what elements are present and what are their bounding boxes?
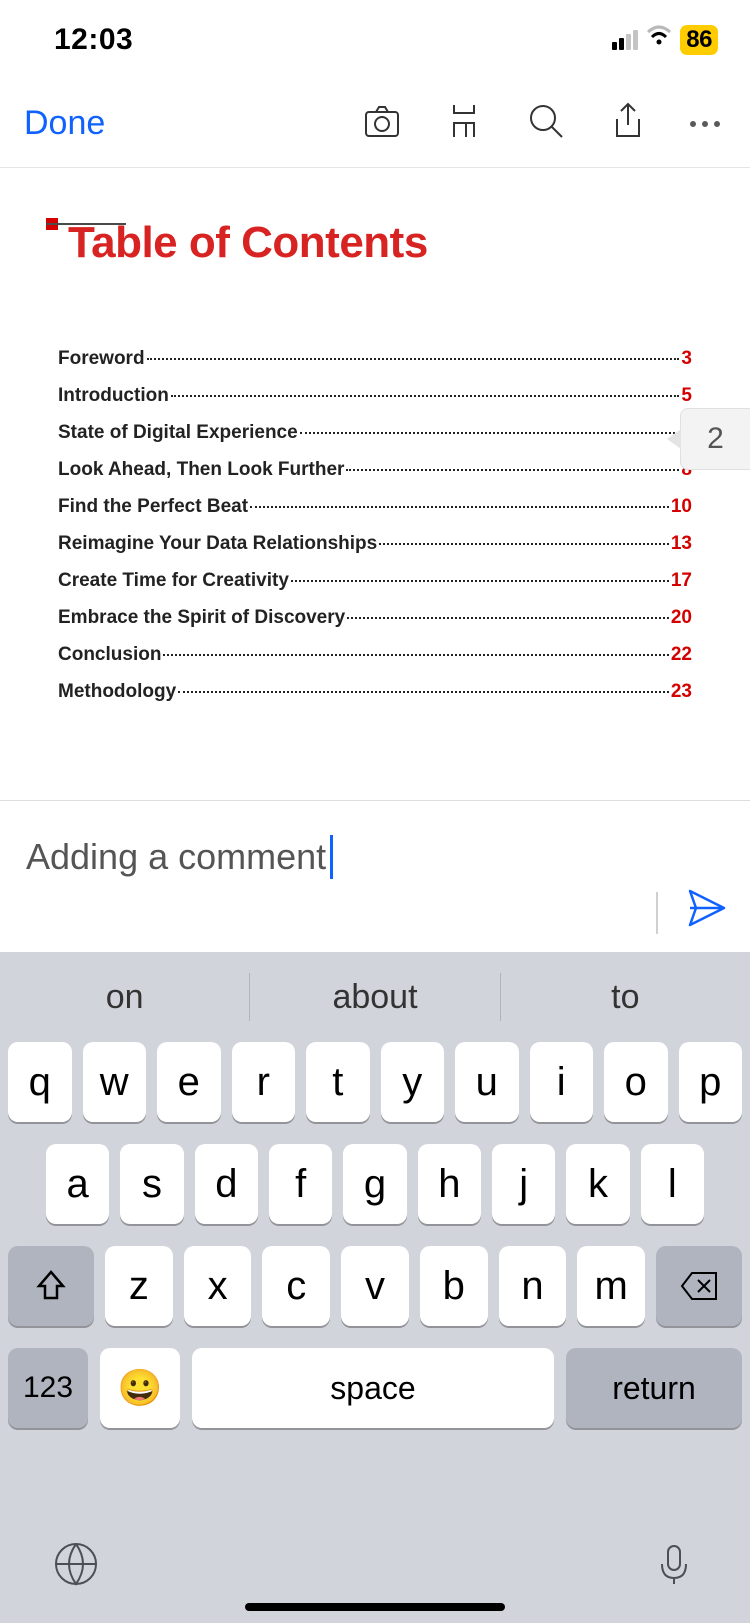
key-w[interactable]: w: [83, 1042, 147, 1122]
globe-icon[interactable]: [52, 1540, 100, 1593]
page-number-badge[interactable]: 2: [680, 408, 750, 470]
suggestion[interactable]: on: [0, 978, 249, 1017]
send-button[interactable]: [686, 887, 728, 934]
key-c[interactable]: c: [262, 1246, 330, 1326]
key-e[interactable]: e: [157, 1042, 221, 1122]
toc-page: 10: [671, 496, 692, 518]
key-backspace[interactable]: [656, 1246, 742, 1326]
search-icon[interactable]: [526, 101, 566, 146]
key-l[interactable]: l: [641, 1144, 704, 1224]
mic-icon[interactable]: [650, 1540, 698, 1593]
toc-label: Look Ahead, Then Look Further: [58, 459, 344, 481]
key-n[interactable]: n: [499, 1246, 567, 1326]
share-icon[interactable]: [608, 101, 648, 146]
key-j[interactable]: j: [492, 1144, 555, 1224]
key-k[interactable]: k: [566, 1144, 629, 1224]
toc-label: State of Digital Experience: [58, 422, 298, 444]
document-page: Table of Contents Foreword 3 Introduction…: [46, 218, 704, 703]
table-of-contents: Foreword 3 Introduction 5 State of Digital…: [58, 348, 692, 703]
status-time: 12:03: [54, 23, 133, 57]
key-space[interactable]: space: [192, 1348, 554, 1428]
status-bar: 12:03 86: [0, 0, 750, 80]
toc-row: Find the Perfect Beat 10: [58, 496, 692, 518]
wifi-icon: [646, 24, 672, 53]
toc-row: Foreword 3: [58, 348, 692, 370]
key-q[interactable]: q: [8, 1042, 72, 1122]
toc-label: Foreword: [58, 348, 145, 370]
toc-row: State of Digital Experience6: [58, 422, 692, 444]
key-z[interactable]: z: [105, 1246, 173, 1326]
key-m[interactable]: m: [577, 1246, 645, 1326]
keyboard-suggestions: on about to: [0, 952, 750, 1042]
comment-input-bar: Adding a comment: [0, 800, 750, 952]
key-t[interactable]: t: [306, 1042, 370, 1122]
comment-input[interactable]: Adding a comment: [0, 801, 750, 879]
toc-page: 22: [671, 644, 692, 666]
status-right: 86: [612, 25, 718, 55]
done-button[interactable]: Done: [24, 104, 105, 143]
toc-row: Conclusion 22: [58, 644, 692, 666]
annotation-marker[interactable]: [46, 218, 126, 228]
toc-label: Embrace the Spirit of Discovery: [58, 607, 345, 629]
toc-row: Methodology 23: [58, 681, 692, 703]
key-h[interactable]: h: [418, 1144, 481, 1224]
toc-label: Introduction: [58, 385, 169, 407]
toc-row: Look Ahead, Then Look Further8: [58, 459, 692, 481]
key-d[interactable]: d: [195, 1144, 258, 1224]
toolbar: Done: [0, 80, 750, 168]
key-g[interactable]: g: [343, 1144, 406, 1224]
home-indicator[interactable]: [245, 1603, 505, 1611]
suggestion[interactable]: to: [501, 978, 750, 1017]
toc-label: Find the Perfect Beat: [58, 496, 248, 518]
key-i[interactable]: i: [530, 1042, 594, 1122]
key-shift[interactable]: [8, 1246, 94, 1326]
key-return[interactable]: return: [566, 1348, 742, 1428]
key-o[interactable]: o: [604, 1042, 668, 1122]
key-u[interactable]: u: [455, 1042, 519, 1122]
camera-icon[interactable]: [362, 101, 402, 146]
more-icon[interactable]: [690, 121, 720, 127]
toc-page: 13: [671, 533, 692, 555]
document-area[interactable]: Table of Contents Foreword 3 Introduction…: [0, 168, 750, 703]
battery-level: 86: [680, 25, 718, 55]
toc-label: Reimagine Your Data Relationships: [58, 533, 377, 555]
toc-page: 23: [671, 681, 692, 703]
toc-label: Conclusion: [58, 644, 161, 666]
key-a[interactable]: a: [46, 1144, 109, 1224]
toc-label: Create Time for Creativity: [58, 570, 289, 592]
text-cursor: [330, 835, 333, 879]
key-s[interactable]: s: [120, 1144, 183, 1224]
key-p[interactable]: p: [679, 1042, 743, 1122]
keyboard: on about to q w e r t y u i o p a s d f …: [0, 952, 750, 1623]
toc-page: 5: [681, 385, 692, 407]
key-x[interactable]: x: [184, 1246, 252, 1326]
toc-page: 17: [671, 570, 692, 592]
key-numbers[interactable]: 123: [8, 1348, 88, 1428]
key-b[interactable]: b: [420, 1246, 488, 1326]
suggestion[interactable]: about: [250, 978, 499, 1017]
toc-row: Create Time for Creativity 17: [58, 570, 692, 592]
toc-row: Embrace the Spirit of Discovery 20: [58, 607, 692, 629]
divider: [656, 892, 658, 934]
toc-page: 3: [681, 348, 692, 370]
cellular-signal-icon: [612, 30, 638, 50]
toc-row: Reimagine Your Data Relationships 13: [58, 533, 692, 555]
key-emoji[interactable]: 😀: [100, 1348, 180, 1428]
comment-input-text: Adding a comment: [26, 836, 326, 878]
key-f[interactable]: f: [269, 1144, 332, 1224]
key-v[interactable]: v: [341, 1246, 409, 1326]
toc-label: Methodology: [58, 681, 176, 703]
key-y[interactable]: y: [381, 1042, 445, 1122]
page-title: Table of Contents: [68, 218, 704, 268]
toc-page: 20: [671, 607, 692, 629]
toc-row: Introduction 5: [58, 385, 692, 407]
page-fit-icon[interactable]: [444, 101, 484, 146]
key-r[interactable]: r: [232, 1042, 296, 1122]
